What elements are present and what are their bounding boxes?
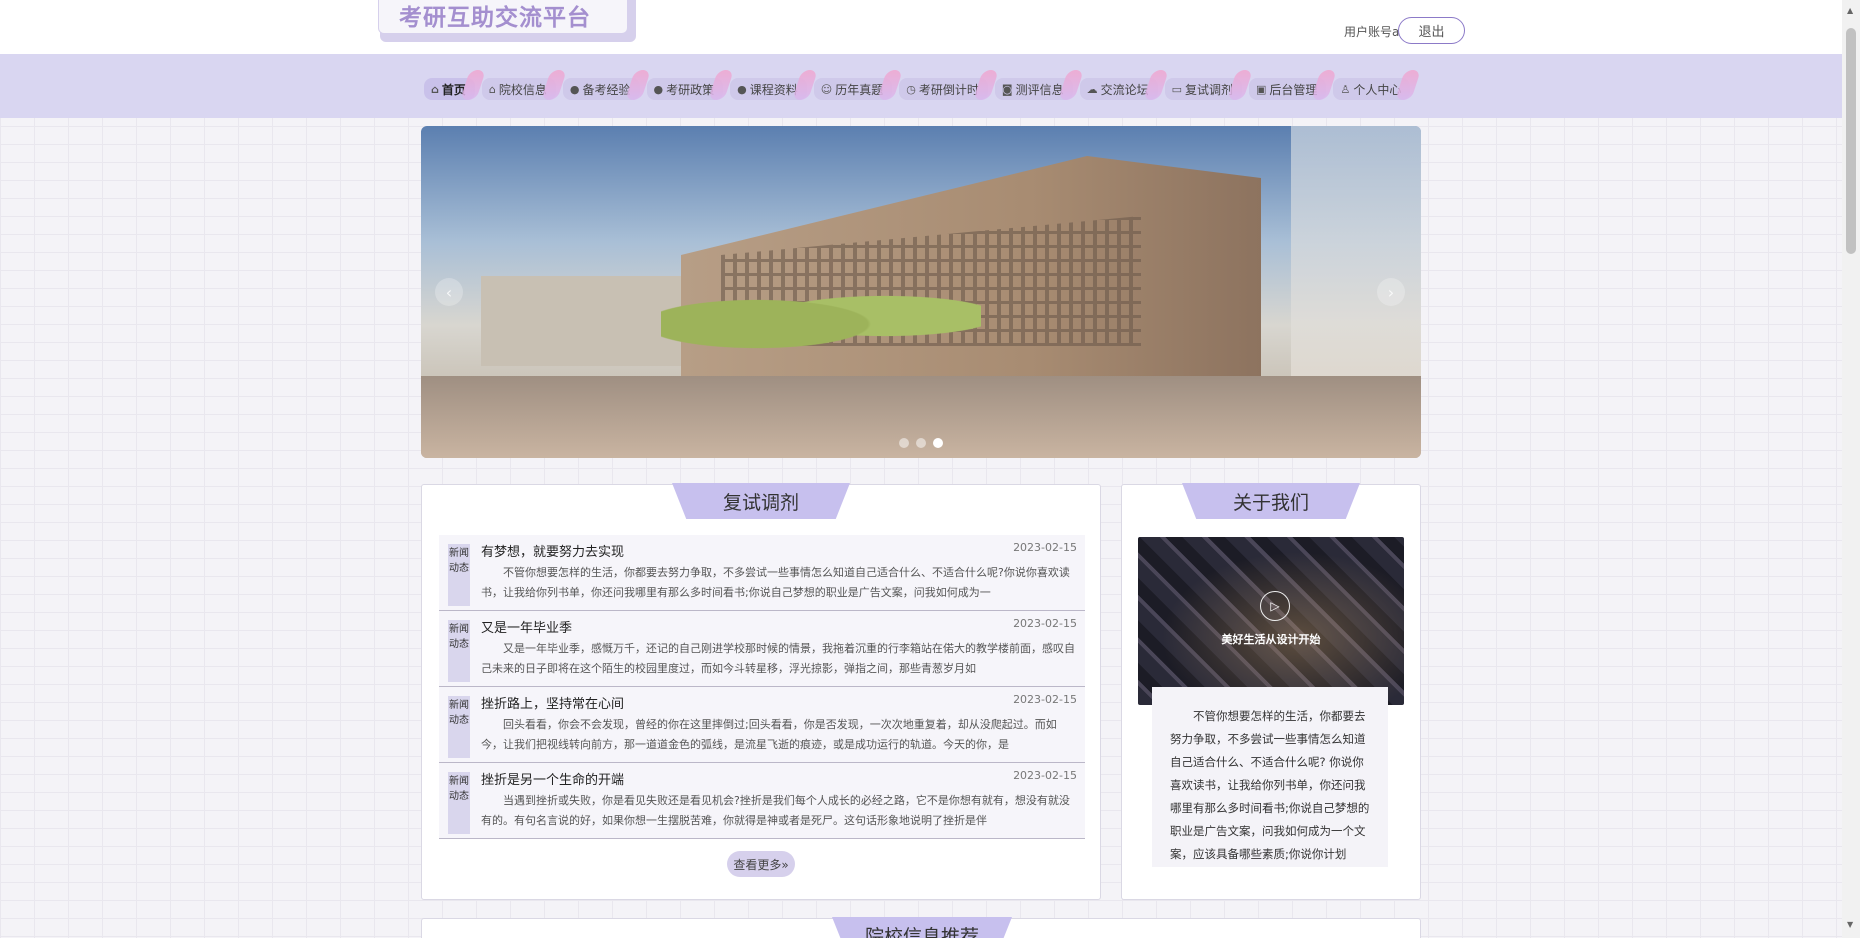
home-icon: ⌂	[431, 82, 439, 96]
view-more-button[interactable]: 查看更多»	[727, 851, 795, 877]
nav-item-6[interactable]: ☺ 历年真题	[813, 70, 904, 100]
info-icon: ●	[569, 82, 580, 96]
news-date: 2023-02-15	[1013, 617, 1077, 630]
nav-item-2[interactable]: ⌂ 院校信息	[481, 70, 567, 100]
nav-item-label: 考研倒计时	[918, 82, 979, 97]
about-panel-title: 关于我们	[1182, 483, 1360, 519]
scroll-thumb[interactable]	[1846, 28, 1856, 254]
carousel-prev-icon[interactable]: ‹	[435, 278, 463, 306]
news-list: 新闻动态 有梦想，就要努力去实现 2023-02-15 不管你想要怎样的生活，你都要去…	[439, 535, 1085, 839]
nav-item-7[interactable]: ◷ 考研倒计时	[899, 70, 999, 100]
nav-item-label: 测评信息	[1015, 82, 1064, 97]
cloud-icon: ☁	[1086, 82, 1098, 96]
school-icon: ⌂	[488, 82, 496, 96]
news-title[interactable]: 又是一年毕业季	[481, 617, 572, 636]
logo-container: 考研互助交流平台	[378, 0, 636, 42]
info-circle-icon: ●	[737, 82, 747, 96]
news-tag: 新闻动态	[448, 620, 470, 682]
news-panel-title: 复试调剂	[672, 483, 850, 519]
nav-item-3[interactable]: ● 备考经验	[562, 70, 651, 100]
nav-item-8[interactable]: ◙ 测评信息	[994, 70, 1084, 100]
news-tag: 新闻动态	[448, 772, 470, 834]
banner-carousel[interactable]: ‹ ›	[421, 126, 1421, 458]
page-scrollbar[interactable]: ▲ ▼	[1842, 0, 1860, 938]
news-desc: 又是一年毕业季，感慨万千，还记的自己刚进学校那时候的情景，我拖着沉重的行李箱站在…	[481, 642, 1075, 675]
nav-item-9[interactable]: ☁ 交流论坛	[1079, 70, 1169, 100]
site-logo[interactable]: 考研互助交流平台	[399, 0, 591, 32]
scroll-down-icon[interactable]: ▼	[1847, 920, 1853, 929]
news-item[interactable]: 新闻动态 挫折是另一个生命的开端 2023-02-15 当遇到挫折或失败，你是看见失败…	[439, 763, 1085, 839]
school-recommend-panel: 院校信息推荐	[421, 917, 1421, 938]
user-account-label: 用户账号a	[1344, 25, 1400, 39]
nav-item-5[interactable]: ● 课程资料	[730, 70, 818, 100]
news-date: 2023-02-15	[1013, 541, 1077, 554]
nav-item-10[interactable]: ▭ 复试调剂	[1164, 70, 1253, 100]
carousel-dot-active[interactable]	[933, 438, 943, 448]
nav-item-11[interactable]: ▣ 后台管理	[1249, 70, 1338, 100]
scroll-up-icon[interactable]: ▲	[1847, 6, 1853, 15]
news-item[interactable]: 新闻动态 又是一年毕业季 2023-02-15 又是一年毕业季，感慨万千，还记的自己刚…	[439, 611, 1085, 687]
news-date: 2023-02-15	[1013, 769, 1077, 782]
nav-item-label: 交流论坛	[1100, 82, 1149, 97]
nav-item-label: 复试调剂	[1185, 82, 1234, 97]
news-item[interactable]: 新闻动态 挫折路上，坚持常在心间 2023-02-15 回头看看，你会不会发现，曾经的…	[439, 687, 1085, 763]
news-panel: 复试调剂 新闻动态 有梦想，就要努力去实现 2023-02-15 不管你想要怎样的生活…	[421, 483, 1101, 900]
news-desc: 当遇到挫折或失败，你是看见失败还是看见机会?挫折是我们每个人成长的必经之路，它不…	[481, 794, 1070, 827]
nav-item-label: 院校信息	[498, 82, 547, 97]
news-tag: 新闻动态	[448, 696, 470, 758]
nav-item-1[interactable]: ⌂ 首页	[424, 70, 486, 100]
user-icon: ♙	[1340, 82, 1351, 96]
nav-item-label: 后台管理	[1269, 82, 1318, 97]
carousel-dot[interactable]	[899, 438, 909, 448]
nav-item-label: 历年真题	[835, 82, 884, 97]
nav-decoration	[1395, 70, 1422, 100]
nav-item-12[interactable]: ♙ 个人中心	[1333, 70, 1422, 100]
news-desc: 不管你想要怎样的生活，你都要去努力争取，不多尝试一些事情怎么知道自己适合什么、不…	[481, 566, 1070, 599]
camera-icon: ◙	[1001, 82, 1013, 96]
news-desc: 回头看看，你会不会发现，曾经的你在这里摔倒过;回头看看，你是否发现，一次次地重复…	[481, 718, 1057, 751]
play-icon[interactable]: ▷	[1260, 591, 1290, 621]
nav-item-label: 备考经验	[582, 82, 631, 97]
news-date: 2023-02-15	[1013, 693, 1077, 706]
news-title[interactable]: 有梦想，就要努力去实现	[481, 541, 624, 560]
smile-icon: ☺	[820, 82, 833, 96]
news-title[interactable]: 挫折路上，坚持常在心间	[481, 693, 624, 712]
logout-button[interactable]: 退出	[1398, 17, 1465, 44]
check-circle-icon: ◷	[906, 82, 916, 96]
nav-item-4[interactable]: ● 考研政策	[646, 70, 735, 100]
carousel-indicators	[899, 438, 943, 448]
question-icon: ●	[653, 82, 664, 96]
news-tag: 新闻动态	[448, 544, 470, 606]
carousel-dot[interactable]	[916, 438, 926, 448]
nav-list: ⌂ 首页 ⌂ 院校信息 ● 备考经验 ● 考研政策 ● 课程资料 ☺ 历年真题 ◷ 考研倒计时 ◙ 测评信息 ☁…	[424, 70, 1422, 100]
video-icon: ▭	[1171, 82, 1182, 96]
calendar-icon: ▣	[1256, 82, 1267, 96]
news-item[interactable]: 新闻动态 有梦想，就要努力去实现 2023-02-15 不管你想要怎样的生活，你都要去…	[439, 535, 1085, 611]
nav-item-label: 个人中心	[1353, 82, 1402, 97]
news-title[interactable]: 挫折是另一个生命的开端	[481, 769, 624, 788]
about-video-thumbnail[interactable]: ▷ 美好生活从设计开始	[1138, 537, 1404, 705]
carousel-next-icon[interactable]: ›	[1377, 278, 1405, 306]
main-navigation: ⌂ 首页 ⌂ 院校信息 ● 备考经验 ● 考研政策 ● 课程资料 ☺ 历年真题 ◷ 考研倒计时 ◙ 测评信息 ☁…	[0, 54, 1842, 118]
about-caption: 美好生活从设计开始	[1221, 633, 1321, 646]
nav-item-label: 考研政策	[666, 82, 715, 97]
about-panel: 关于我们 ▷ 美好生活从设计开始 不管你想要怎样的生活，你都要去努力争取，不多尝…	[1121, 483, 1421, 900]
top-header: 考研互助交流平台 用户账号a 退出	[0, 0, 1842, 54]
nav-item-label: 课程资料	[749, 82, 798, 97]
school-recommend-title: 院校信息推荐	[832, 917, 1012, 938]
about-description: 不管你想要怎样的生活，你都要去努力争取，不多尝试一些事情怎么知道自己适合什么、不…	[1152, 687, 1388, 867]
